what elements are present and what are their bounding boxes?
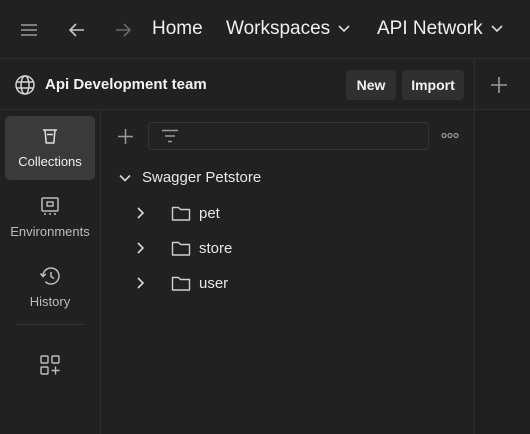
chevron-right-icon[interactable] bbox=[135, 276, 147, 290]
environment-icon bbox=[40, 196, 60, 216]
sidebar: Collections Environments History bbox=[0, 110, 101, 434]
home-link[interactable]: Home bbox=[152, 18, 203, 40]
chevron-down-icon bbox=[491, 25, 503, 33]
workspaces-dropdown[interactable]: Workspaces bbox=[226, 18, 350, 40]
import-button[interactable]: Import bbox=[402, 70, 464, 100]
more-dots-icon[interactable] bbox=[441, 132, 459, 139]
home-label: Home bbox=[152, 18, 203, 39]
folder-row-store[interactable]: store bbox=[135, 239, 232, 257]
workspace-header: Api Development team New Import bbox=[0, 60, 530, 110]
folder-row-user[interactable]: user bbox=[135, 274, 228, 292]
workspace-title: Api Development team bbox=[45, 76, 207, 93]
add-collection-icon[interactable] bbox=[117, 128, 134, 145]
folder-name: store bbox=[199, 239, 233, 257]
folder-icon bbox=[171, 239, 191, 257]
chevron-down-icon bbox=[338, 25, 350, 33]
sidebar-item-environments[interactable]: Environments bbox=[5, 186, 95, 250]
sidebar-item-label: Collections bbox=[18, 154, 82, 169]
sidebar-item-label: History bbox=[29, 294, 71, 309]
sidebar-separator bbox=[16, 324, 84, 325]
folder-name: pet bbox=[199, 204, 220, 222]
folder-icon bbox=[171, 274, 191, 292]
right-panel bbox=[475, 110, 530, 434]
sidebar-item-history[interactable]: History bbox=[5, 256, 95, 320]
search-input[interactable] bbox=[148, 122, 429, 150]
folder-icon bbox=[171, 204, 191, 222]
trash-bin-icon bbox=[40, 126, 60, 146]
sidebar-item-label: Environments bbox=[10, 224, 90, 239]
arrow-left-icon[interactable] bbox=[66, 19, 88, 41]
arrow-right-icon[interactable] bbox=[112, 19, 134, 41]
collection-name: Swagger Petstore bbox=[142, 169, 262, 186]
history-icon bbox=[39, 266, 61, 286]
hamburger-icon[interactable] bbox=[19, 20, 39, 40]
workspaces-label: Workspaces bbox=[226, 18, 331, 39]
chevron-right-icon[interactable] bbox=[135, 241, 147, 255]
chevron-down-icon[interactable] bbox=[118, 173, 132, 183]
api-network-label: API Network bbox=[377, 18, 483, 39]
chevron-right-icon[interactable] bbox=[135, 206, 147, 220]
add-tab-icon[interactable] bbox=[490, 76, 508, 94]
filter-icon[interactable] bbox=[161, 129, 179, 143]
folder-row-pet[interactable]: pet bbox=[135, 204, 220, 222]
grid-plus-icon[interactable] bbox=[40, 355, 60, 375]
folder-name: user bbox=[199, 274, 229, 292]
api-network-dropdown[interactable]: API Network bbox=[377, 18, 503, 40]
sidebar-item-collections[interactable]: Collections bbox=[5, 116, 95, 180]
globe-icon bbox=[14, 74, 36, 96]
top-bar: Home Workspaces API Network bbox=[0, 0, 530, 59]
new-button[interactable]: New bbox=[346, 70, 396, 100]
collection-row[interactable]: Swagger Petstore bbox=[118, 169, 261, 186]
